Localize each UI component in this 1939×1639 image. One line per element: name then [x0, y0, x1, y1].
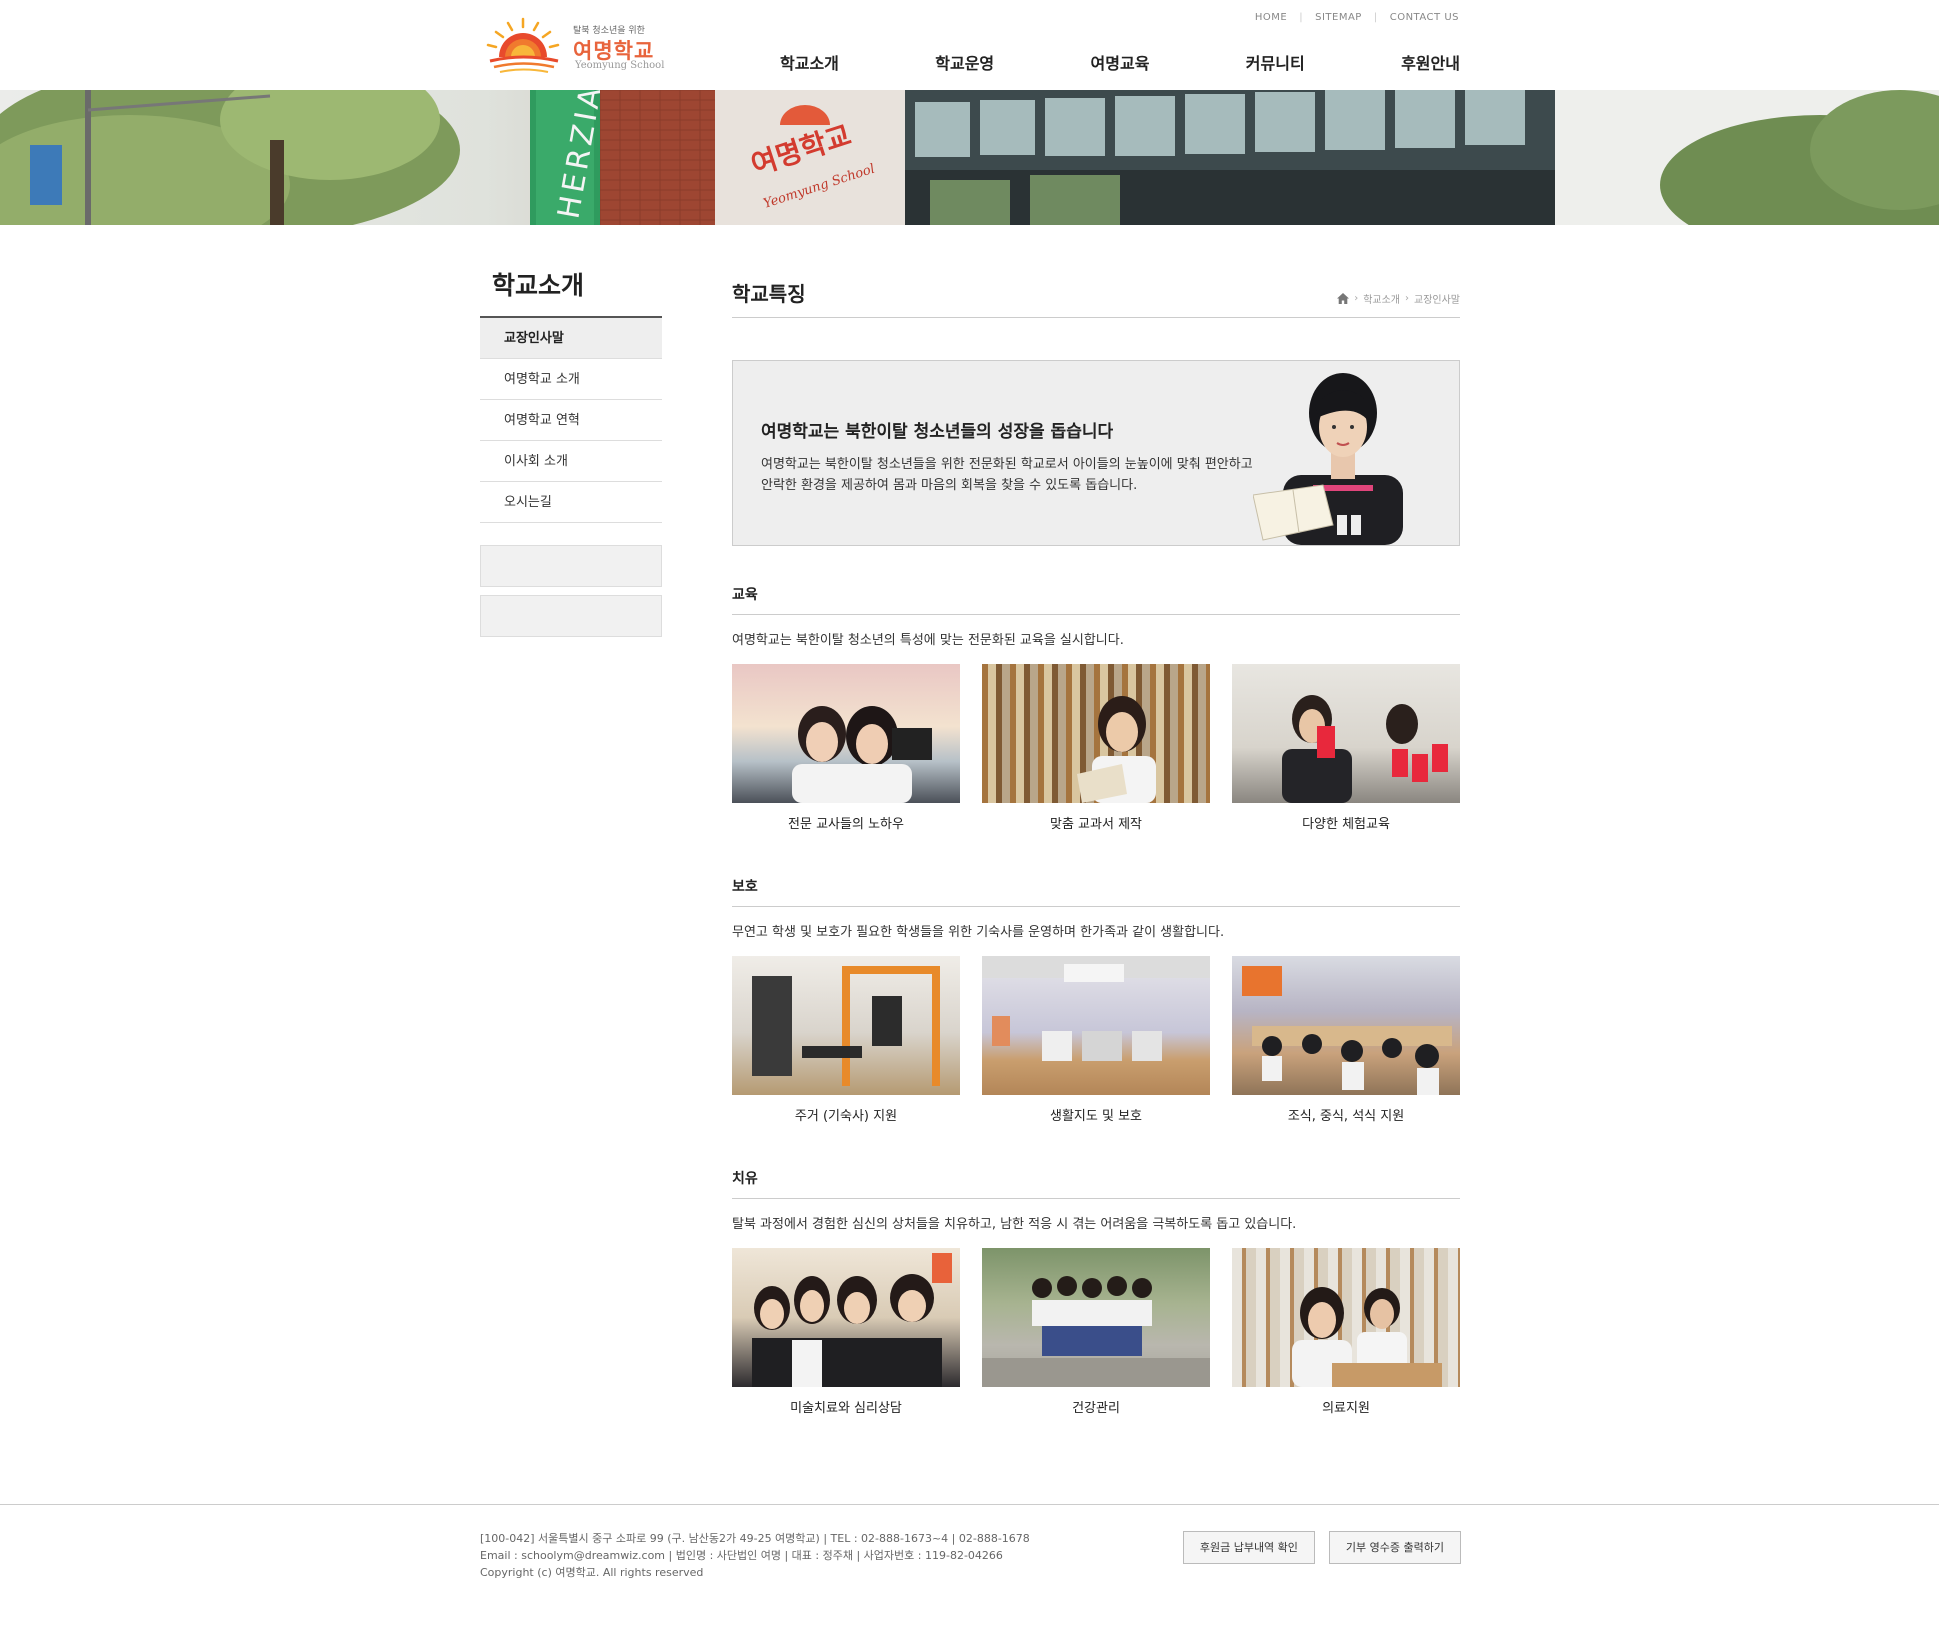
receipt-print-button[interactable]: 기부 영수증 출력하기: [1328, 1531, 1461, 1564]
textbook-photo: [982, 664, 1210, 803]
side-nav-item-history[interactable]: 여명학교 연혁: [480, 400, 662, 441]
util-sitemap-link[interactable]: SITEMAP: [1315, 12, 1362, 23]
section-protection: 보호 무연고 학생 및 보호가 필요한 학생들을 위한 기숙사를 운영하며 한가…: [732, 876, 1460, 1124]
side-nav-item-directions[interactable]: 오시는길: [480, 482, 662, 523]
photo-caption: 맞춤 교과서 제작: [1050, 817, 1142, 832]
footer-email: Email : schoolym@dreamwiz.com | 법인명 : 사단…: [480, 1549, 1003, 1562]
section-healing: 치유 탈북 과정에서 경험한 심신의 상처들을 치유하고, 남한 적응 시 겪는…: [732, 1168, 1460, 1416]
intro-text: 여명학교는 북한이탈 청소년들을 위한 전문화된 학교로서 아이들의 눈높이에 …: [761, 457, 1253, 493]
logo-english: Yeomyung School: [575, 60, 665, 71]
util-separator: |: [1373, 12, 1378, 23]
teachers-photo: [732, 664, 960, 803]
photo-card: 의료지원: [1232, 1248, 1460, 1416]
cafeteria-photo: [1232, 956, 1460, 1095]
section-desc: 무연고 학생 및 보호가 필요한 학생들을 위한 기숙사를 운영하며 한가족과 …: [732, 925, 1225, 940]
footer-address: [100-042] 서울특별시 중구 소파로 99 (구. 남산동2가 49-2…: [480, 1532, 1030, 1545]
footer-buttons: 후원금 납부내역 확인 기부 영수증 출력하기: [1182, 1531, 1461, 1564]
photo-caption: 전문 교사들의 노하우: [788, 817, 904, 832]
photo-caption: 조식, 중식, 석식 지원: [1287, 1109, 1405, 1124]
photo-caption: 생활지도 및 보호: [1050, 1109, 1142, 1124]
photo-caption: 주거 (기숙사) 지원: [794, 1109, 898, 1124]
side-nav-list: 교장인사말 여명학교 소개 여명학교 연혁 이사회 소개 오시는길: [480, 318, 662, 523]
breadcrumb-item[interactable]: 학교소개: [1363, 291, 1400, 306]
nav-item-community[interactable]: 커뮤니티: [1246, 50, 1305, 74]
nav-item-education[interactable]: 여명교육: [1091, 50, 1150, 74]
donation-history-button[interactable]: 후원금 납부내역 확인: [1182, 1531, 1315, 1564]
photo-caption: 건강관리: [1072, 1401, 1120, 1416]
chevron-right-icon: ›: [1405, 293, 1409, 304]
util-home-link[interactable]: HOME: [1255, 12, 1287, 23]
photo-card: 다양한 체험교육: [1232, 664, 1460, 832]
side-nav-item-greeting[interactable]: 교장인사말: [480, 318, 662, 359]
utility-nav: HOME | SITEMAP | CONTACT US: [1255, 12, 1459, 23]
photo-card: 건강관리: [982, 1248, 1210, 1416]
section-title: 치유: [732, 1168, 1460, 1199]
art-therapy-photo: [732, 1248, 960, 1387]
photo-card: 전문 교사들의 노하우: [732, 664, 960, 832]
intro-heading: 여명학교는 북한이탈 청소년들의 성장을 돕습니다: [761, 422, 1114, 442]
photo-caption: 미술치료와 심리상담: [790, 1401, 902, 1416]
banner-illustration: HERZIA 여명학교 Yeomyung School: [0, 90, 1939, 225]
main-content: 학교특징 › 학교소개 › 교장인사말 여명학교는 북한이탈 청소년들의 성장을…: [732, 268, 1460, 1416]
medical-support-photo: [1232, 1248, 1460, 1387]
page: 탈북 청소년을 위한 여명학교 Yeomyung School HOME | S…: [0, 0, 1939, 1639]
breadcrumb: › 학교소개 › 교장인사말: [1337, 291, 1460, 306]
chevron-right-icon: ›: [1354, 293, 1359, 304]
sun-logo-icon: [486, 17, 560, 73]
section-desc: 탈북 과정에서 경험한 심신의 상처들을 치유하고, 남한 적응 시 겪는 어려…: [732, 1217, 1297, 1232]
footer-copyright: Copyright (c) 여명학교. All rights reserved: [480, 1566, 704, 1579]
nav-item-support[interactable]: 후원안내: [1401, 50, 1460, 74]
main-nav: 학교소개 학교운영 여명교육 커뮤니티 후원안내: [780, 50, 1460, 74]
intro-box: 여명학교는 북한이탈 청소년들의 성장을 돕습니다 여명학교는 북한이탈 청소년…: [732, 360, 1460, 546]
side-banner-box[interactable]: [480, 595, 662, 637]
health-care-photo: [982, 1248, 1210, 1387]
side-banner-box[interactable]: [480, 545, 662, 587]
section-title: 교육: [732, 584, 1460, 615]
living-room-photo: [982, 956, 1210, 1095]
student-reading-image: [1253, 373, 1403, 545]
site-footer: [100-042] 서울특별시 중구 소파로 99 (구. 남산동2가 49-2…: [0, 1504, 1939, 1639]
hero-banner-image: HERZIA 여명학교 Yeomyung School: [0, 90, 1939, 225]
util-contact-link[interactable]: CONTACT US: [1390, 12, 1459, 23]
side-nav-item-board[interactable]: 이사회 소개: [480, 441, 662, 482]
photo-card: 미술치료와 심리상담: [732, 1248, 960, 1416]
content-header: 학교특징 › 학교소개 › 교장인사말: [732, 268, 1460, 318]
side-nav-title: 학교소개: [480, 268, 662, 318]
photo-card: 주거 (기숙사) 지원: [732, 956, 960, 1124]
site-header: 탈북 청소년을 위한 여명학교 Yeomyung School HOME | S…: [0, 0, 1939, 90]
section-education: 교육 여명학교는 북한이탈 청소년의 특성에 맞는 전문화된 교육을 실시합니다…: [732, 584, 1460, 832]
section-title: 보호: [732, 876, 1460, 907]
site-logo[interactable]: 탈북 청소년을 위한 여명학교 Yeomyung School: [480, 15, 680, 77]
photo-row: 주거 (기숙사) 지원 생활지도 및 보호 조식, 중식, 석식 지원: [732, 956, 1460, 1124]
activity-photo: [1232, 664, 1460, 803]
util-separator: |: [1299, 12, 1304, 23]
side-nav: 학교소개 교장인사말 여명학교 소개 여명학교 연혁 이사회 소개 오시는길: [480, 268, 662, 637]
photo-card: 조식, 중식, 석식 지원: [1232, 956, 1460, 1124]
photo-caption: 다양한 체험교육: [1302, 817, 1390, 832]
photo-row: 전문 교사들의 노하우 맞춤 교과서 제작 다양한 체험교육: [732, 664, 1460, 832]
photo-card: 맞춤 교과서 제작: [982, 664, 1210, 832]
photo-row: 미술치료와 심리상담 건강관리 의료지원: [732, 1248, 1460, 1416]
nav-item-about[interactable]: 학교소개: [780, 50, 839, 74]
breadcrumb-item[interactable]: 교장인사말: [1414, 291, 1460, 306]
dormitory-gym-photo: [732, 956, 960, 1095]
side-nav-item-school-intro[interactable]: 여명학교 소개: [480, 359, 662, 400]
page-title: 학교특징: [732, 282, 806, 306]
section-desc: 여명학교는 북한이탈 청소년의 특성에 맞는 전문화된 교육을 실시합니다.: [732, 633, 1124, 648]
photo-card: 생활지도 및 보호: [982, 956, 1210, 1124]
photo-caption: 의료지원: [1322, 1401, 1370, 1416]
footer-info: [100-042] 서울특별시 중구 소파로 99 (구. 남산동2가 49-2…: [480, 1530, 1030, 1581]
home-icon[interactable]: [1337, 293, 1350, 304]
nav-item-operation[interactable]: 학교운영: [935, 50, 994, 74]
